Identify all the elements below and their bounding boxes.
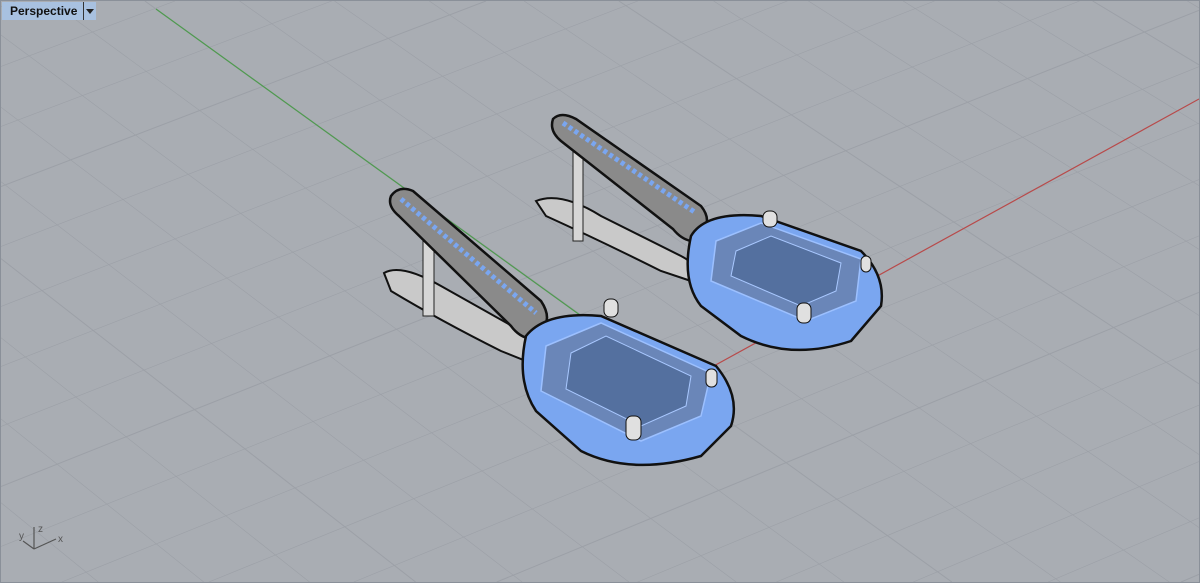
- grid-line: [808, 1, 1199, 250]
- grid-line: [1092, 1, 1199, 66]
- grid-line: [903, 1, 1199, 186]
- axis-indicator: z x y: [19, 524, 63, 550]
- viewport-title-tab[interactable]: Perspective: [2, 2, 97, 20]
- grid-line: [913, 461, 1199, 582]
- grid-line: [239, 1, 1061, 582]
- y-axis-line: [155, 8, 592, 324]
- grid-line: [1, 1, 487, 187]
- grid-line: [1180, 573, 1199, 582]
- grid-line: [618, 1, 1199, 385]
- grid-line: [997, 1, 1199, 125]
- construction-grid: [1, 1, 1199, 582]
- grid-line: [1, 34, 737, 582]
- viewport-title[interactable]: Perspective: [2, 2, 83, 20]
- z-axis-label: z: [38, 524, 43, 535]
- grid-line: [1047, 517, 1199, 582]
- grid-line: [1187, 1, 1199, 9]
- 3d-scene[interactable]: [1, 1, 1199, 582]
- dropdown-triangle-icon[interactable]: [83, 2, 96, 20]
- grid-line: [776, 404, 1199, 582]
- x-axis-label: x: [58, 534, 63, 545]
- perspective-viewport[interactable]: Perspective z x y: [0, 0, 1200, 583]
- y-axis-label: y: [19, 531, 24, 542]
